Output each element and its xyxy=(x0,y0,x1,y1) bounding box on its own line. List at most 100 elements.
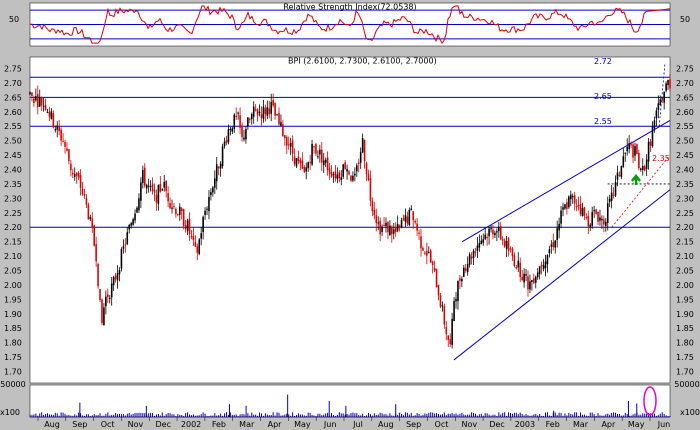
candle-body xyxy=(254,109,257,111)
price-y-tick-left: 2.10 xyxy=(4,252,22,261)
candle-body xyxy=(169,203,171,209)
candle-body xyxy=(649,141,652,146)
candle-body xyxy=(153,189,156,193)
candle-body xyxy=(608,198,611,202)
candle-body xyxy=(641,166,644,171)
volume-y-tick-right: 50000 xyxy=(674,380,699,389)
price-y-tick-right: 1.75 xyxy=(676,353,694,362)
candle-body xyxy=(128,224,131,230)
candle-body xyxy=(159,183,162,192)
level-label-265: 2.65 xyxy=(594,92,612,101)
x-tick-label: Jun xyxy=(657,420,671,429)
candle-body xyxy=(116,273,119,281)
candle-body xyxy=(178,206,181,216)
candle-body xyxy=(453,300,455,322)
candle-body xyxy=(272,100,274,106)
price-y-tick-left: 1.75 xyxy=(4,353,22,362)
candle-body xyxy=(221,146,224,167)
candle-body xyxy=(60,129,62,141)
price-y-tick-left: 2.70 xyxy=(4,79,22,88)
candle-body xyxy=(663,91,665,103)
candle-body xyxy=(332,174,335,176)
candle-body xyxy=(177,213,179,215)
candle-body xyxy=(143,167,146,186)
candle-body xyxy=(291,140,294,154)
candle-body xyxy=(505,241,508,249)
price-y-tick-right: 1.70 xyxy=(676,367,694,376)
price-y-tick-right: 2.05 xyxy=(676,266,694,275)
candle-body xyxy=(48,111,51,117)
candle-body xyxy=(320,149,323,163)
candle-body xyxy=(147,185,150,187)
price-y-tick-right: 2.00 xyxy=(676,281,694,290)
candle-body xyxy=(225,140,228,144)
price-y-tick-right: 2.70 xyxy=(676,79,694,88)
candle-body xyxy=(108,297,111,300)
candle-body xyxy=(56,125,59,130)
candle-body xyxy=(585,217,588,219)
candle-body xyxy=(361,138,364,153)
candle-body xyxy=(540,264,543,267)
candle-body xyxy=(534,276,537,283)
candle-body xyxy=(262,106,265,119)
candle-body xyxy=(93,225,95,246)
candle-body xyxy=(342,164,344,177)
candle-body xyxy=(385,222,387,227)
x-tick-label: Aug xyxy=(44,420,60,429)
candle-body xyxy=(97,264,99,287)
price-y-tick-left: 2.65 xyxy=(4,93,22,102)
candle-body xyxy=(603,219,605,225)
candle-body xyxy=(303,167,306,172)
candle-body xyxy=(171,207,173,209)
candle-body xyxy=(597,211,599,222)
candle-body xyxy=(198,239,201,254)
candle-body xyxy=(58,126,60,132)
price-y-tick-right: 2.20 xyxy=(676,223,694,232)
candle-body xyxy=(149,185,152,187)
candle-body xyxy=(103,307,105,326)
candle-body xyxy=(474,251,477,253)
candle-body xyxy=(270,101,273,114)
price-y-tick-right: 2.10 xyxy=(676,252,694,261)
candle-body xyxy=(605,221,607,226)
candle-body xyxy=(295,158,298,167)
candle-body xyxy=(344,162,346,170)
candle-body xyxy=(352,175,354,181)
candle-body xyxy=(359,152,362,163)
candle-body xyxy=(87,204,90,220)
level-label-272: 2.72 xyxy=(594,57,612,66)
price-panel: BPI (2.6100, 2.7300, 2.6100, 2.7000) 1.7… xyxy=(4,57,694,384)
candle-body xyxy=(387,221,389,233)
candle-body xyxy=(142,170,144,184)
candle-body xyxy=(486,236,488,238)
candle-body xyxy=(612,194,615,196)
x-tick-label: Jul xyxy=(352,420,363,429)
candle-body xyxy=(223,141,226,147)
price-y-tick-right: 2.15 xyxy=(676,238,694,247)
candle-body xyxy=(231,128,234,132)
x-tick-label: Oct xyxy=(101,420,115,429)
candle-body xyxy=(165,180,167,192)
candle-body xyxy=(200,233,202,239)
candle-body xyxy=(134,213,136,221)
candle-body xyxy=(138,198,140,211)
volume-unit-right: x100 xyxy=(680,408,700,417)
candle-body xyxy=(309,161,311,163)
candle-body xyxy=(550,244,553,247)
candle-body xyxy=(62,140,64,142)
candle-body xyxy=(338,172,341,179)
candle-body xyxy=(163,181,166,188)
candle-body xyxy=(36,94,39,108)
candle-body xyxy=(239,115,241,128)
candle-body xyxy=(622,156,625,167)
candle-body xyxy=(229,128,232,131)
candle-body xyxy=(173,206,175,208)
candle-body xyxy=(375,215,378,224)
price-y-tick-right: 1.85 xyxy=(676,324,694,333)
candle-body xyxy=(406,216,409,224)
candle-body xyxy=(365,163,368,175)
candle-body xyxy=(140,182,142,201)
candle-body xyxy=(73,174,76,178)
candle-body xyxy=(427,252,430,254)
candle-body xyxy=(490,228,492,230)
